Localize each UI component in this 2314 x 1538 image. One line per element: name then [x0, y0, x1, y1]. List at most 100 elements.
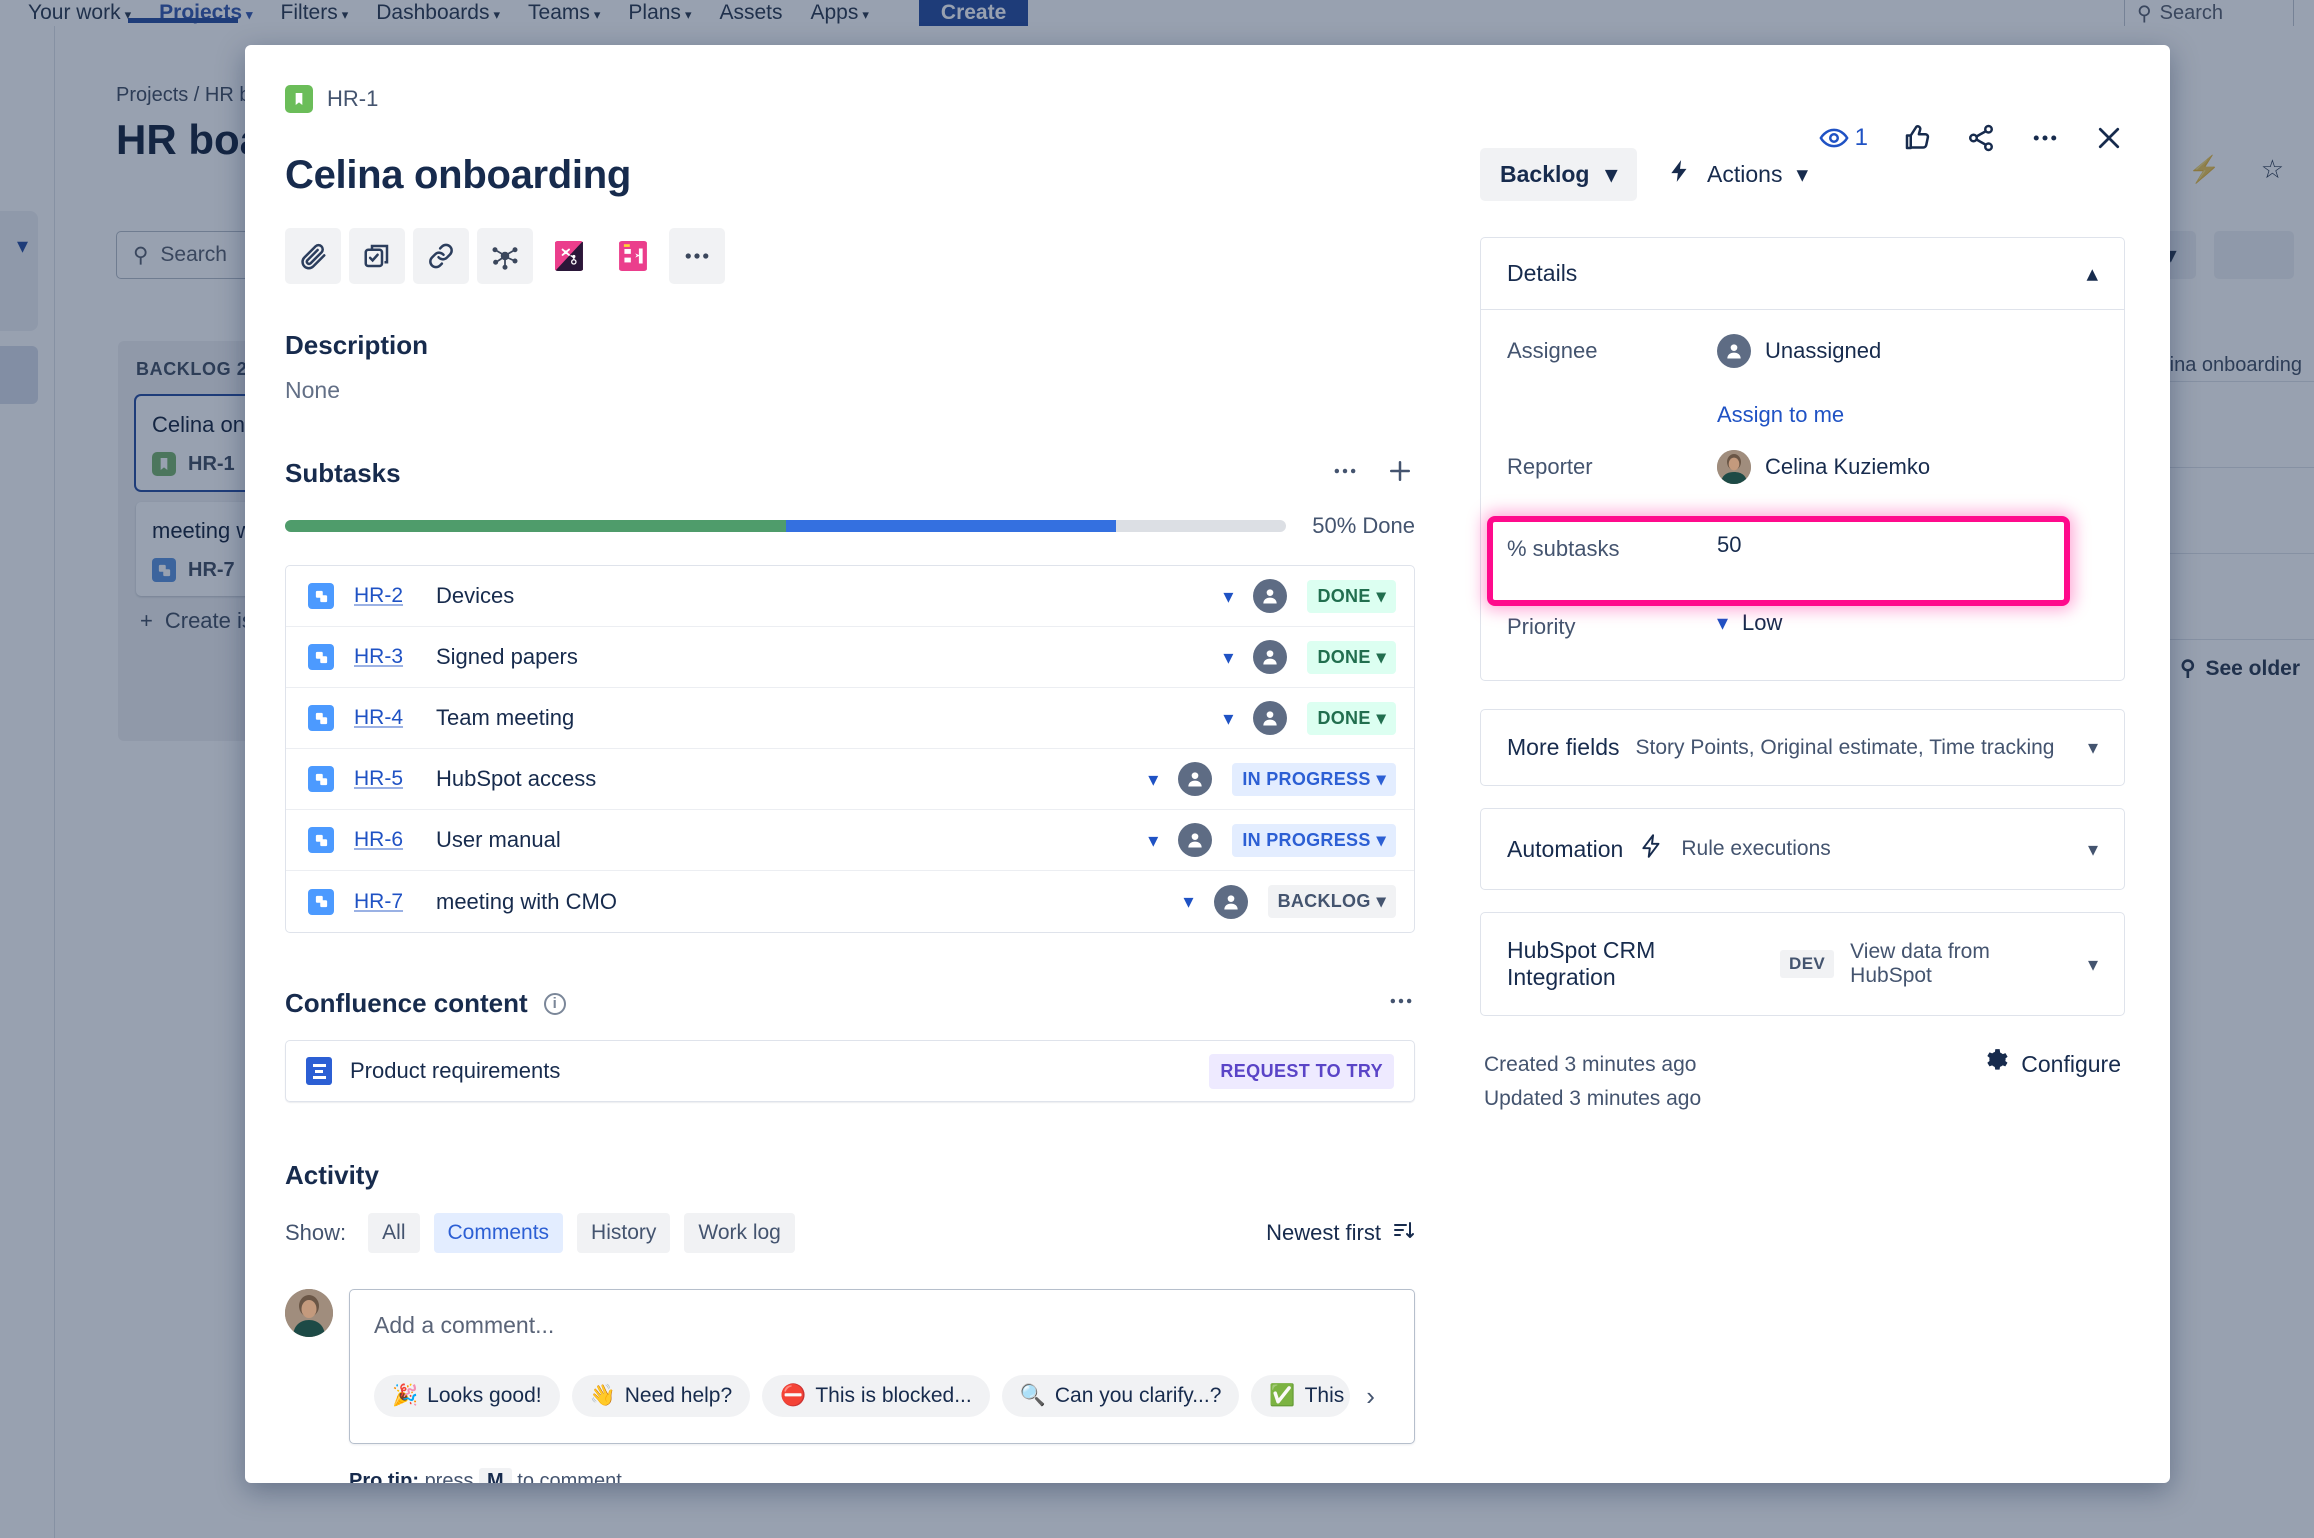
link-icon[interactable] [413, 228, 469, 284]
avatar [1717, 450, 1751, 484]
sort-order-button[interactable]: Newest first [1266, 1218, 1415, 1248]
quick-reply-chip[interactable]: 👋 Need help? [571, 1375, 751, 1417]
confluence-doc-row[interactable]: Product requirements REQUEST TO TRY [285, 1040, 1415, 1102]
subtask-key[interactable]: HR-7 [354, 890, 416, 914]
close-icon[interactable] [2094, 123, 2124, 153]
subtask-key[interactable]: HR-2 [354, 584, 416, 608]
subtask-name[interactable]: Team meeting [436, 705, 1203, 731]
more-fields-card[interactable]: More fields Story Points, Original estim… [1480, 709, 2125, 786]
status-badge[interactable]: BACKLOG ▾ [1267, 885, 1396, 918]
status-badge[interactable]: DONE ▾ [1307, 579, 1396, 613]
chevron-down-icon: ▾ [1796, 160, 1809, 187]
hubspot-timeline-icon[interactable] [605, 228, 661, 284]
quick-reply-label: Looks good! [427, 1384, 542, 1407]
chevron-down-icon[interactable]: ▾ [1148, 767, 1158, 792]
watch-icon[interactable]: 1 [1819, 123, 1868, 153]
subtask-type-icon [308, 583, 334, 609]
chevron-down-icon: ▾ [1376, 646, 1386, 667]
hubspot-sub: View data from HubSpot [1850, 940, 1990, 987]
quick-reply-chips: 🎉 Looks good! 👋 Need help? ⛔ This is blocked.… [374, 1375, 1390, 1417]
chips-next-arrow-icon[interactable]: › [1362, 1381, 1375, 1412]
confluence-doc-name[interactable]: Product requirements [350, 1058, 1191, 1084]
chevron-down-icon[interactable]: ▾ [2088, 952, 2098, 977]
automation-card[interactable]: Automation Rule executions ▾ [1480, 808, 2125, 890]
chevron-down-icon[interactable]: ▾ [1223, 706, 1233, 731]
subtask-row[interactable]: HR-6 User manual ▾ IN PROGRESS ▾ [286, 810, 1414, 871]
subtask-name[interactable]: HubSpot access [436, 766, 1128, 792]
subtask-key[interactable]: HR-5 [354, 767, 416, 791]
issue-key-breadcrumb[interactable]: HR-1 [285, 85, 1415, 113]
field-label: Reporter [1507, 454, 1593, 479]
avatar-placeholder-icon[interactable] [1178, 762, 1213, 796]
subtask-key[interactable]: HR-3 [354, 645, 416, 669]
actions-dropdown[interactable]: Actions ▾ [1657, 145, 1818, 203]
status-dropdown[interactable]: Backlog ▾ [1480, 147, 1638, 201]
issue-title[interactable]: Celina onboarding [285, 153, 1415, 198]
avatar-placeholder-icon[interactable] [1253, 579, 1288, 613]
subtask-key[interactable]: HR-4 [354, 706, 416, 730]
info-icon[interactable]: i [543, 992, 566, 1015]
add-subtask-icon[interactable] [1385, 456, 1415, 491]
subtask-name[interactable]: User manual [436, 827, 1128, 853]
request-to-try-badge[interactable]: REQUEST TO TRY [1209, 1053, 1394, 1089]
hubspot-integration-card[interactable]: HubSpot CRM Integration DEV View data fr… [1480, 912, 2125, 1016]
status-label: DONE [1317, 707, 1371, 728]
subtask-name[interactable]: meeting with CMO [436, 889, 1164, 915]
subtask-name[interactable]: Signed papers [436, 644, 1203, 670]
quick-reply-chip[interactable]: ⛔ This is blocked... [762, 1375, 990, 1417]
chevron-down-icon[interactable]: ▾ [1223, 645, 1233, 670]
configure-button[interactable]: Configure [1983, 1048, 2121, 1080]
more-apps-icon[interactable] [669, 228, 725, 284]
avatar-placeholder-icon[interactable] [1213, 884, 1248, 919]
more-actions-icon[interactable] [2030, 123, 2060, 153]
quick-reply-chip[interactable]: ✅ This [1251, 1375, 1351, 1417]
chevron-down-icon[interactable]: ▾ [1148, 828, 1158, 853]
chevron-down-icon[interactable]: ▾ [1223, 584, 1233, 609]
field-value[interactable]: Celina Kuziemko [1717, 444, 1930, 484]
attach-icon[interactable] [285, 228, 341, 284]
subtask-row[interactable]: HR-3 Signed papers ▾ DONE ▾ [286, 627, 1414, 688]
status-label: DONE [1317, 646, 1371, 667]
comment-input-box[interactable]: Add a comment... 🎉 Looks good! 👋 Need help?… [349, 1289, 1415, 1444]
field-value[interactable]: Unassigned [1717, 328, 1881, 368]
hubspot-app-icon[interactable] [541, 228, 597, 284]
subtasks-more-icon[interactable] [1331, 457, 1359, 490]
thumbs-up-icon[interactable] [1902, 123, 1932, 153]
add-child-icon[interactable] [349, 228, 405, 284]
chevron-down-icon[interactable]: ▾ [1184, 889, 1194, 914]
issue-key[interactable]: HR-1 [327, 86, 378, 112]
field-value[interactable]: 50 [1717, 526, 1741, 558]
avatar-placeholder-icon[interactable] [1178, 823, 1213, 857]
description-value[interactable]: None [285, 377, 1415, 404]
chevron-down-icon[interactable]: ▾ [2088, 735, 2098, 760]
avatar-placeholder-icon[interactable] [1253, 640, 1288, 674]
quick-reply-chip[interactable]: 🔍 Can you clarify...? [1001, 1375, 1240, 1417]
subtask-key[interactable]: HR-6 [354, 828, 416, 852]
subtask-row[interactable]: HR-4 Team meeting ▾ DONE ▾ [286, 688, 1414, 749]
chevron-up-icon[interactable]: ▴ [2086, 260, 2098, 287]
chevron-down-icon[interactable]: ▾ [2088, 837, 2098, 862]
status-badge[interactable]: IN PROGRESS ▾ [1232, 823, 1396, 857]
subtask-row[interactable]: HR-7 meeting with CMO ▾ BACKLOG ▾ [286, 871, 1414, 932]
status-label: IN PROGRESS [1242, 829, 1371, 850]
subtask-row[interactable]: HR-2 Devices ▾ DONE ▾ [286, 566, 1414, 627]
field-value[interactable]: ▾ Low [1717, 604, 1782, 636]
structure-icon[interactable] [477, 228, 533, 284]
avatar-placeholder-icon[interactable] [1253, 701, 1288, 735]
tab-work-log[interactable]: Work log [684, 1213, 795, 1253]
status-badge[interactable]: DONE ▾ [1307, 640, 1396, 674]
avatar-placeholder-icon [1717, 334, 1751, 368]
details-header[interactable]: Details ▴ [1481, 238, 2124, 310]
assign-to-me-link[interactable]: Assign to me [1717, 402, 2098, 428]
tab-comments[interactable]: Comments [433, 1213, 564, 1253]
subtask-row[interactable]: HR-5 HubSpot access ▾ IN PROGRESS ▾ [286, 749, 1414, 810]
status-badge[interactable]: DONE ▾ [1307, 701, 1396, 735]
status-badge[interactable]: IN PROGRESS ▾ [1232, 762, 1396, 796]
tab-all[interactable]: All [368, 1213, 420, 1253]
chevron-down-icon: ▾ [1376, 585, 1386, 606]
share-icon[interactable] [1966, 123, 1996, 153]
quick-reply-chip[interactable]: 🎉 Looks good! [374, 1375, 560, 1417]
confluence-more-icon[interactable] [1387, 987, 1415, 1020]
tab-history[interactable]: History [577, 1213, 671, 1253]
subtask-name[interactable]: Devices [436, 583, 1203, 609]
